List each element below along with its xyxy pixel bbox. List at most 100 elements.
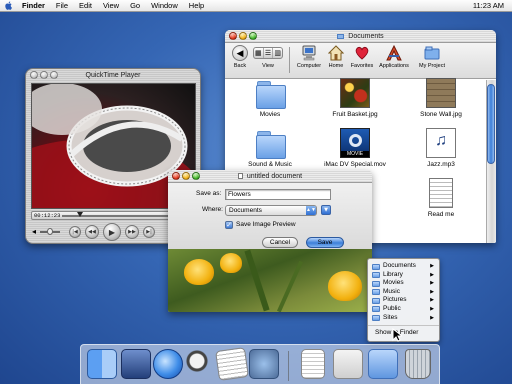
finder-scroll-thumb[interactable] <box>487 84 495 164</box>
mail-icon[interactable] <box>121 349 151 379</box>
minimize-button[interactable] <box>40 71 48 79</box>
folder-icon <box>372 315 380 322</box>
back-arrow-icon: ◀ <box>232 45 248 61</box>
view-control[interactable]: ▦ ☰ ▥ View <box>251 45 285 69</box>
menubar-clock[interactable]: 11:23 AM <box>473 1 504 10</box>
menu-help[interactable]: Help <box>189 1 204 10</box>
computer-button[interactable]: Computer <box>295 45 323 69</box>
dock-menu-item[interactable]: Public ▶ <box>368 305 439 314</box>
save-as-label: Save as: <box>196 190 222 197</box>
zoom-button[interactable] <box>192 172 200 180</box>
movie-badge: MOVIE <box>341 151 369 157</box>
save-sheet: Save as: Flowers Where: Documents ▲▼ ▼ ✓… <box>168 183 372 312</box>
menu-edit[interactable]: Edit <box>79 1 92 10</box>
submenu-arrow-icon: ▶ <box>430 288 434 295</box>
playhead[interactable] <box>77 212 84 217</box>
submenu-arrow-icon: ▶ <box>430 297 434 304</box>
where-popup[interactable]: Documents ▲▼ <box>225 205 317 216</box>
folder-icon <box>372 272 380 279</box>
movie-icon: MOVIE <box>340 128 370 158</box>
volume-knob[interactable] <box>47 228 53 235</box>
folder-icon <box>372 280 380 287</box>
system-preferences-icon[interactable] <box>249 349 279 379</box>
finder-titlebar[interactable]: Documents <box>225 30 496 43</box>
menu-go[interactable]: Go <box>130 1 140 10</box>
trash-icon[interactable] <box>405 349 431 379</box>
home-icon <box>327 45 345 61</box>
minimize-button[interactable] <box>182 172 190 180</box>
menu-window[interactable]: Window <box>151 1 178 10</box>
menu-file[interactable]: File <box>56 1 68 10</box>
file-item[interactable]: ♫ Jazz.mp3 <box>406 128 476 168</box>
window-icon[interactable] <box>333 349 363 379</box>
internet-explorer-icon[interactable] <box>153 349 183 379</box>
dialog-titlebar[interactable]: untitled document <box>168 170 372 183</box>
folder-icon <box>372 297 380 304</box>
quicktime-q-icon <box>349 134 362 147</box>
documents-folder-icon[interactable] <box>368 349 398 379</box>
save-preview-checkbox[interactable]: ✓ <box>225 221 233 229</box>
dock-menu-item[interactable]: Music ▶ <box>368 288 439 297</box>
favorites-button[interactable]: Favorites <box>349 45 375 69</box>
file-item[interactable]: Fruit Basket.jpg <box>320 78 390 118</box>
list-view-icon[interactable]: ☰ <box>264 48 274 58</box>
document-icon <box>429 178 453 208</box>
my-project-button[interactable]: My Project <box>415 45 449 69</box>
file-item[interactable]: MOVIE iMac DV Special.mov <box>320 128 390 168</box>
applications-button[interactable]: Applications <box>377 44 411 69</box>
save-as-input[interactable]: Flowers <box>225 189 331 200</box>
file-item[interactable]: Sound & Music <box>235 128 305 168</box>
menu-bar: Finder File Edit View Go Window Help 11:… <box>0 0 512 12</box>
sherlock-icon[interactable] <box>185 349 215 379</box>
file-item[interactable]: Movies <box>235 78 305 118</box>
column-view-icon[interactable]: ▥ <box>273 48 282 58</box>
back-button[interactable]: ◀ Back <box>231 45 249 69</box>
menu-view[interactable]: View <box>103 1 119 10</box>
textedit-icon[interactable] <box>215 347 249 381</box>
icon-view-icon[interactable]: ▦ <box>254 48 264 58</box>
cancel-button[interactable]: Cancel <box>262 237 298 248</box>
dock-menu-item[interactable]: Library ▶ <box>368 271 439 280</box>
rewind-button[interactable]: ◀◀ <box>85 225 99 239</box>
expand-disclosure-button[interactable]: ▼ <box>321 205 331 215</box>
show-in-finder-item[interactable]: Show in Finder <box>368 329 439 338</box>
apple-icon[interactable] <box>4 1 14 11</box>
save-button[interactable]: Save <box>306 237 344 248</box>
mouse-cursor-icon <box>392 328 402 342</box>
flower-background-image <box>168 249 372 312</box>
folder-icon <box>372 263 380 270</box>
music-note-icon: ♫ <box>435 132 447 149</box>
save-preview-label: Save Image Preview <box>236 221 296 228</box>
close-button[interactable] <box>30 71 38 79</box>
zoom-button[interactable] <box>249 32 257 40</box>
file-item[interactable]: Stone Wall.jpg <box>406 78 476 118</box>
menu-finder[interactable]: Finder <box>22 1 45 10</box>
menu-separator <box>368 325 439 327</box>
quicktime-titlebar[interactable]: QuickTime Player <box>26 69 200 82</box>
dock-folder-menu: Documents ▶ Library ▶ Movies ▶ Music ▶ Pictu… <box>367 258 440 342</box>
submenu-arrow-icon: ▶ <box>430 263 434 269</box>
home-button[interactable]: Home <box>326 45 346 69</box>
submenu-arrow-icon: ▶ <box>430 314 434 321</box>
folder-icon <box>424 45 440 61</box>
skip-back-button[interactable]: |◀ <box>69 226 81 238</box>
dock-menu-item[interactable]: Sites ▶ <box>368 314 439 323</box>
close-button[interactable] <box>172 172 180 180</box>
flower-shape <box>184 259 214 285</box>
dock-menu-item[interactable]: Pictures ▶ <box>368 296 439 305</box>
finder-icon[interactable] <box>87 349 117 379</box>
zoom-button[interactable] <box>50 71 58 79</box>
play-button[interactable]: ▶ <box>103 223 121 241</box>
audio-icon: ♫ <box>426 128 456 158</box>
skip-forward-button[interactable]: ▶| <box>143 226 155 238</box>
dock-menu-item[interactable]: Movies ▶ <box>368 279 439 288</box>
file-item[interactable]: Read me <box>406 178 476 218</box>
fast-forward-button[interactable]: ▶▶ <box>125 225 139 239</box>
submenu-arrow-icon: ▶ <box>430 271 434 278</box>
dock-menu-item[interactable]: Documents ▶ <box>368 262 439 271</box>
stem-shape <box>276 260 304 312</box>
document-icon[interactable] <box>301 349 325 379</box>
quicktime-title: QuickTime Player <box>85 72 141 79</box>
minimize-button[interactable] <box>239 32 247 40</box>
close-button[interactable] <box>229 32 237 40</box>
